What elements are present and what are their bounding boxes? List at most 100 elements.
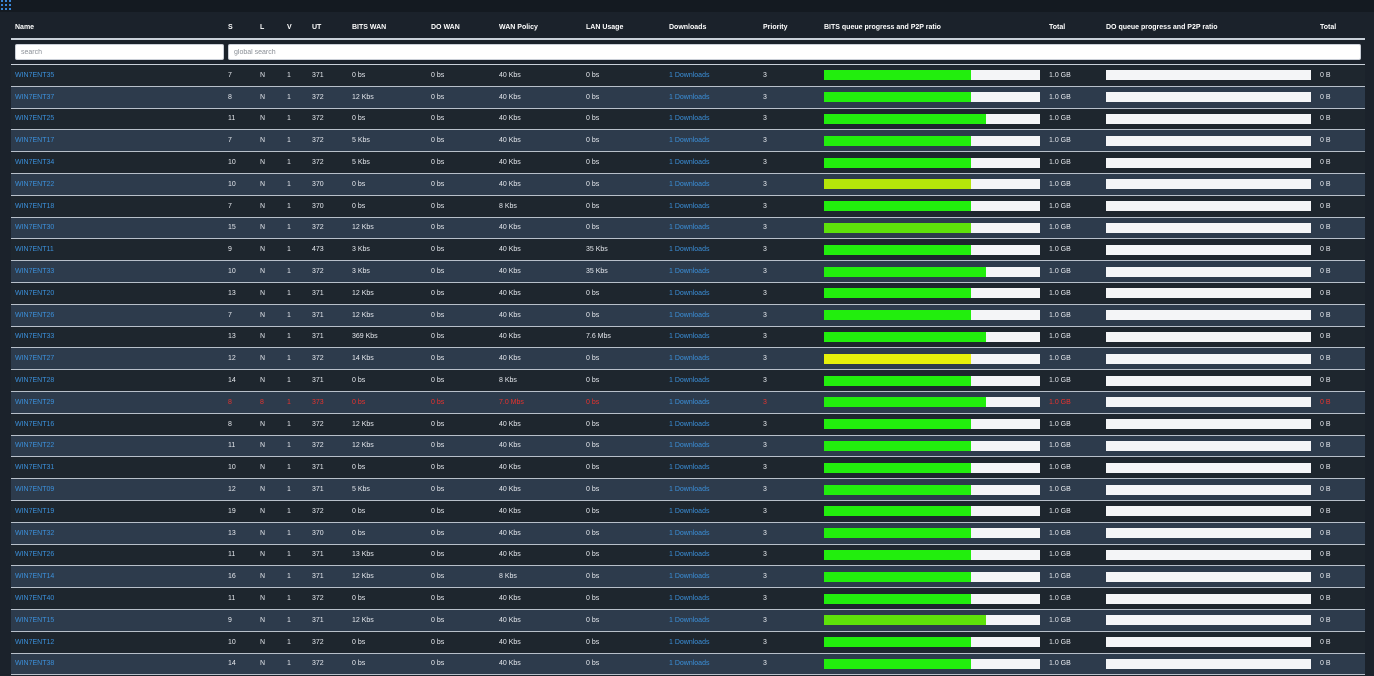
- col-header-s[interactable]: S: [224, 16, 256, 40]
- col-header-wan-policy[interactable]: WAN Policy: [495, 16, 582, 40]
- table-row[interactable]: WIN7ENT15 9 N 1 371 12 Kbs 0 bs 40 Kbs 0 bs 1 Dow…: [11, 609, 1365, 632]
- downloads-link[interactable]: 1 Downloads: [669, 399, 709, 406]
- downloads-link[interactable]: 1 Downloads: [669, 508, 709, 515]
- client-name-link[interactable]: WIN7ENT30: [15, 224, 54, 231]
- table-row[interactable]: WIN7ENT32 13 N 1 370 0 bs 0 bs 40 Kbs 0 bs 1 Down…: [11, 522, 1365, 545]
- table-row[interactable]: WIN7ENT16 8 N 1 372 12 Kbs 0 bs 40 Kbs 0 bs 1 Dow…: [11, 413, 1365, 436]
- table-row[interactable]: WIN7ENT26 7 N 1 371 12 Kbs 0 bs 40 Kbs 0 bs 1 Dow…: [11, 304, 1365, 327]
- table-row[interactable]: WIN7ENT19 19 N 1 372 0 bs 0 bs 40 Kbs 0 bs 1 Down…: [11, 500, 1365, 523]
- table-row[interactable]: WIN7ENT26 11 N 1 371 13 Kbs 0 bs 40 Kbs 0 bs 1 Do…: [11, 544, 1365, 567]
- client-name-link[interactable]: WIN7ENT33: [15, 333, 54, 340]
- client-name-link[interactable]: WIN7ENT38: [15, 660, 54, 667]
- downloads-link[interactable]: 1 Downloads: [669, 617, 709, 624]
- downloads-link[interactable]: 1 Downloads: [669, 530, 709, 537]
- downloads-link[interactable]: 1 Downloads: [669, 486, 709, 493]
- table-row[interactable]: WIN7ENT33 10 N 1 372 3 Kbs 0 bs 40 Kbs 35 Kbs 1 D…: [11, 260, 1365, 283]
- downloads-link[interactable]: 1 Downloads: [669, 551, 709, 558]
- downloads-link[interactable]: 1 Downloads: [669, 203, 709, 210]
- col-header-do-queue[interactable]: DO queue progress and P2P ratio: [1102, 16, 1316, 40]
- downloads-link[interactable]: 1 Downloads: [669, 115, 709, 122]
- client-name-link[interactable]: WIN7ENT32: [15, 530, 54, 537]
- client-name-link[interactable]: WIN7ENT15: [15, 617, 54, 624]
- downloads-link[interactable]: 1 Downloads: [669, 464, 709, 471]
- downloads-link[interactable]: 1 Downloads: [669, 312, 709, 319]
- table-row[interactable]: WIN7ENT28 14 N 1 371 0 bs 0 bs 8 Kbs 0 bs 1 Downl…: [11, 369, 1365, 392]
- client-name-link[interactable]: WIN7ENT22: [15, 442, 54, 449]
- downloads-link[interactable]: 1 Downloads: [669, 72, 709, 79]
- name-search-input[interactable]: [15, 44, 224, 60]
- table-row[interactable]: WIN7ENT22 11 N 1 372 12 Kbs 0 bs 40 Kbs 0 bs 1 Do…: [11, 435, 1365, 458]
- table-row[interactable]: WIN7ENT27 12 N 1 372 14 Kbs 0 bs 40 Kbs 0 bs 1 Do…: [11, 347, 1365, 371]
- client-name-link[interactable]: WIN7ENT26: [15, 551, 54, 558]
- table-row[interactable]: WIN7ENT17 7 N 1 372 5 Kbs 0 bs 40 Kbs 0 bs 1 Down…: [11, 129, 1365, 153]
- col-header-downloads[interactable]: Downloads: [665, 16, 759, 40]
- downloads-link[interactable]: 1 Downloads: [669, 595, 709, 602]
- col-header-ut[interactable]: UT: [308, 16, 348, 40]
- downloads-link[interactable]: 1 Downloads: [669, 377, 709, 384]
- global-search-input[interactable]: [228, 44, 1361, 60]
- table-row[interactable]: WIN7ENT33 13 N 1 371 369 Kbs 0 bs 40 Kbs 7.6 Mbs…: [11, 326, 1365, 349]
- table-row[interactable]: WIN7ENT25 11 N 1 372 0 bs 0 bs 40 Kbs 0 bs 1 Down…: [11, 108, 1365, 131]
- col-header-bits-queue[interactable]: BITS queue progress and P2P ratio: [820, 16, 1045, 40]
- col-header-v[interactable]: V: [283, 16, 308, 40]
- downloads-link[interactable]: 1 Downloads: [669, 355, 709, 362]
- client-name-link[interactable]: WIN7ENT25: [15, 115, 54, 122]
- client-name-link[interactable]: WIN7ENT35: [15, 72, 54, 79]
- client-name-link[interactable]: WIN7ENT17: [15, 137, 54, 144]
- client-name-link[interactable]: WIN7ENT11: [15, 246, 54, 253]
- downloads-link[interactable]: 1 Downloads: [669, 94, 709, 101]
- col-header-bits-wan[interactable]: BITS WAN: [348, 16, 427, 40]
- table-row[interactable]: WIN7ENT14 16 N 1 371 12 Kbs 0 bs 8 Kbs 0 bs 1 Dow…: [11, 565, 1365, 589]
- col-header-priority[interactable]: Priority: [759, 16, 820, 40]
- table-row[interactable]: WIN7ENT12 10 N 1 372 0 bs 0 bs 40 Kbs 0 bs 1 Down…: [11, 631, 1365, 654]
- client-name-link[interactable]: WIN7ENT29: [15, 399, 54, 406]
- downloads-link[interactable]: 1 Downloads: [669, 421, 709, 428]
- client-name-link[interactable]: WIN7ENT19: [15, 508, 54, 515]
- downloads-link[interactable]: 1 Downloads: [669, 159, 709, 166]
- table-row[interactable]: WIN7ENT20 13 N 1 371 12 Kbs 0 bs 40 Kbs 0 bs 1 Do…: [11, 282, 1365, 305]
- downloads-link[interactable]: 1 Downloads: [669, 137, 709, 144]
- downloads-link[interactable]: 1 Downloads: [669, 333, 709, 340]
- col-header-name[interactable]: Name: [11, 16, 224, 40]
- client-name-link[interactable]: WIN7ENT14: [15, 573, 54, 580]
- client-name-link[interactable]: WIN7ENT37: [15, 94, 54, 101]
- downloads-link[interactable]: 1 Downloads: [669, 660, 709, 667]
- table-row[interactable]: WIN7ENT31 10 N 1 371 0 bs 0 bs 40 Kbs 0 bs 1 Down…: [11, 456, 1365, 480]
- downloads-link[interactable]: 1 Downloads: [669, 290, 709, 297]
- col-header-lan-usage[interactable]: LAN Usage: [582, 16, 665, 40]
- downloads-link[interactable]: 1 Downloads: [669, 224, 709, 231]
- client-name-link[interactable]: WIN7ENT31: [15, 464, 54, 471]
- table-row[interactable]: WIN7ENT37 8 N 1 372 12 Kbs 0 bs 40 Kbs 0 bs 1 Dow…: [11, 86, 1365, 109]
- client-name-link[interactable]: WIN7ENT26: [15, 312, 54, 319]
- client-name-link[interactable]: WIN7ENT18: [15, 203, 54, 210]
- client-name-link[interactable]: WIN7ENT12: [15, 639, 54, 646]
- table-row[interactable]: WIN7ENT40 11 N 1 372 0 bs 0 bs 40 Kbs 0 bs 1 Down…: [11, 587, 1365, 610]
- client-name-link[interactable]: WIN7ENT28: [15, 377, 54, 384]
- client-name-link[interactable]: WIN7ENT34: [15, 159, 54, 166]
- client-name-link[interactable]: WIN7ENT16: [15, 421, 54, 428]
- client-name-link[interactable]: WIN7ENT40: [15, 595, 54, 602]
- client-name-link[interactable]: WIN7ENT09: [15, 486, 54, 493]
- table-row[interactable]: WIN7ENT09 12 N 1 371 5 Kbs 0 bs 40 Kbs 0 bs 1 Dow…: [11, 478, 1365, 501]
- table-row[interactable]: WIN7ENT34 10 N 1 372 5 Kbs 0 bs 40 Kbs 0 bs 1 Dow…: [11, 151, 1365, 174]
- client-name-link[interactable]: WIN7ENT33: [15, 268, 54, 275]
- col-header-do-wan[interactable]: DO WAN: [427, 16, 495, 40]
- table-row[interactable]: WIN7ENT38 14 N 1 372 0 bs 0 bs 40 Kbs 0 bs 1 Down…: [11, 653, 1365, 676]
- table-row[interactable]: WIN7ENT11 9 N 1 473 3 Kbs 0 bs 40 Kbs 35 Kbs 1 Do…: [11, 238, 1365, 262]
- downloads-link[interactable]: 1 Downloads: [669, 639, 709, 646]
- col-header-total-do[interactable]: Total: [1316, 16, 1365, 40]
- col-header-l[interactable]: L: [256, 16, 283, 40]
- client-name-link[interactable]: WIN7ENT20: [15, 290, 54, 297]
- col-header-total[interactable]: Total: [1045, 16, 1102, 40]
- table-row[interactable]: WIN7ENT35 7 N 1 371 0 bs 0 bs 40 Kbs 0 bs 1 Downl…: [11, 64, 1365, 87]
- client-name-link[interactable]: WIN7ENT27: [15, 355, 54, 362]
- table-row[interactable]: WIN7ENT22 10 N 1 370 0 bs 0 bs 40 Kbs 0 bs 1 Down…: [11, 173, 1365, 196]
- downloads-link[interactable]: 1 Downloads: [669, 573, 709, 580]
- downloads-link[interactable]: 1 Downloads: [669, 246, 709, 253]
- downloads-link[interactable]: 1 Downloads: [669, 181, 709, 188]
- table-row[interactable]: WIN7ENT30 15 N 1 372 12 Kbs 0 bs 40 Kbs 0 bs 1 Do…: [11, 217, 1365, 240]
- table-row[interactable]: WIN7ENT18 7 N 1 370 0 bs 0 bs 8 Kbs 0 bs 1 Downlo…: [11, 195, 1365, 218]
- table-row[interactable]: WIN7ENT29 8 8 1 373 0 bs 0 bs 7.0 Mbs 0 bs 1 Down…: [11, 391, 1365, 414]
- downloads-link[interactable]: 1 Downloads: [669, 442, 709, 449]
- grid-menu-icon[interactable]: [1, 0, 11, 10]
